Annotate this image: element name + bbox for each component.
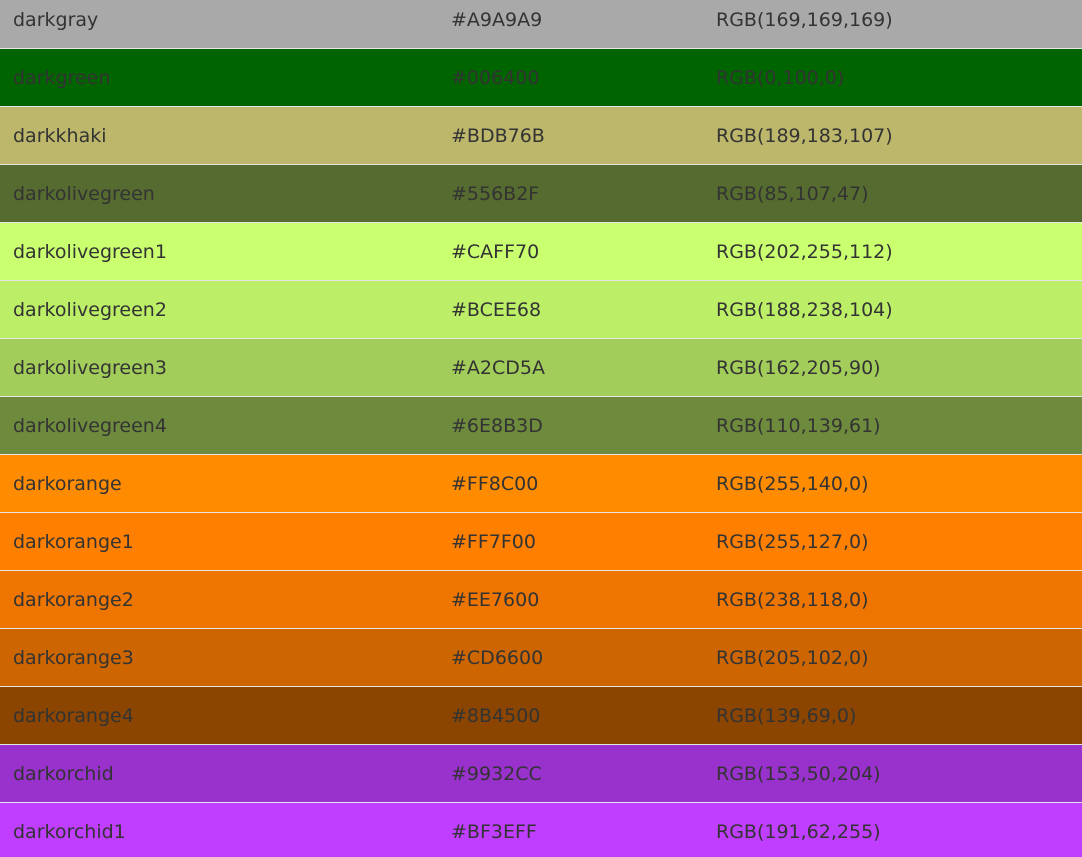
color-rgb: RGB(191,62,255): [716, 820, 881, 843]
color-name: darkgray: [13, 8, 99, 31]
color-hex: #A2CD5A: [451, 356, 545, 379]
color-hex: #6E8B3D: [451, 414, 543, 437]
color-hex: #556B2F: [451, 182, 540, 205]
color-rgb: RGB(255,140,0): [716, 472, 869, 495]
color-name: darkorchid1: [13, 820, 126, 843]
color-row: darkorange4 #8B4500 RGB(139,69,0): [0, 687, 1082, 745]
color-row: darkolivegreen2 #BCEE68 RGB(188,238,104): [0, 281, 1082, 339]
color-hex: #CAFF70: [451, 240, 540, 263]
color-name: darkolivegreen1: [13, 240, 167, 263]
color-hex: #EE7600: [451, 588, 540, 611]
color-row: darkgray #A9A9A9 RGB(169,169,169): [0, 0, 1082, 49]
color-name: darkorange2: [13, 588, 134, 611]
color-row: darkorange #FF8C00 RGB(255,140,0): [0, 455, 1082, 513]
color-hex: #BF3EFF: [451, 820, 537, 843]
color-name: darkorchid: [13, 762, 114, 785]
color-name: darkorange3: [13, 646, 134, 669]
color-hex: #CD6600: [451, 646, 544, 669]
color-rgb: RGB(139,69,0): [716, 704, 857, 727]
color-name: darkorange1: [13, 530, 134, 553]
color-rgb: RGB(202,255,112): [716, 240, 893, 263]
color-rgb: RGB(255,127,0): [716, 530, 869, 553]
color-hex: #8B4500: [451, 704, 541, 727]
color-rgb: RGB(0,100,0): [716, 66, 845, 89]
color-rgb: RGB(162,205,90): [716, 356, 881, 379]
color-row: darkorange2 #EE7600 RGB(238,118,0): [0, 571, 1082, 629]
color-row: darkolivegreen1 #CAFF70 RGB(202,255,112): [0, 223, 1082, 281]
color-rgb: RGB(205,102,0): [716, 646, 869, 669]
color-rgb: RGB(85,107,47): [716, 182, 869, 205]
color-hex: #006400: [451, 66, 540, 89]
color-row: darkolivegreen3 #A2CD5A RGB(162,205,90): [0, 339, 1082, 397]
color-hex: #FF8C00: [451, 472, 539, 495]
color-rgb: RGB(189,183,107): [716, 124, 893, 147]
color-row: darkgreen #006400 RGB(0,100,0): [0, 49, 1082, 107]
color-hex: #BDB76B: [451, 124, 545, 147]
color-row: darkolivegreen4 #6E8B3D RGB(110,139,61): [0, 397, 1082, 455]
color-rgb: RGB(153,50,204): [716, 762, 881, 785]
color-name: darkolivegreen: [13, 182, 155, 205]
color-hex: #BCEE68: [451, 298, 542, 321]
color-row: darkorange1 #FF7F00 RGB(255,127,0): [0, 513, 1082, 571]
color-name: darkorange: [13, 472, 122, 495]
color-hex: #A9A9A9: [451, 8, 543, 31]
color-hex: #9932CC: [451, 762, 542, 785]
color-name: darkgreen: [13, 66, 111, 89]
color-rgb: RGB(110,139,61): [716, 414, 881, 437]
color-row: darkkhaki #BDB76B RGB(189,183,107): [0, 107, 1082, 165]
color-hex: #FF7F00: [451, 530, 536, 553]
color-row: darkorchid1 #BF3EFF RGB(191,62,255): [0, 803, 1082, 857]
color-rgb: RGB(238,118,0): [716, 588, 869, 611]
color-name: darkolivegreen3: [13, 356, 167, 379]
color-table: darkgray #A9A9A9 RGB(169,169,169) darkgr…: [0, 0, 1082, 857]
color-row: darkorange3 #CD6600 RGB(205,102,0): [0, 629, 1082, 687]
color-name: darkorange4: [13, 704, 134, 727]
color-rgb: RGB(169,169,169): [716, 8, 893, 31]
color-name: darkolivegreen4: [13, 414, 167, 437]
color-name: darkolivegreen2: [13, 298, 167, 321]
color-row: darkorchid #9932CC RGB(153,50,204): [0, 745, 1082, 803]
color-rgb: RGB(188,238,104): [716, 298, 893, 321]
color-name: darkkhaki: [13, 124, 107, 147]
color-row: darkolivegreen #556B2F RGB(85,107,47): [0, 165, 1082, 223]
